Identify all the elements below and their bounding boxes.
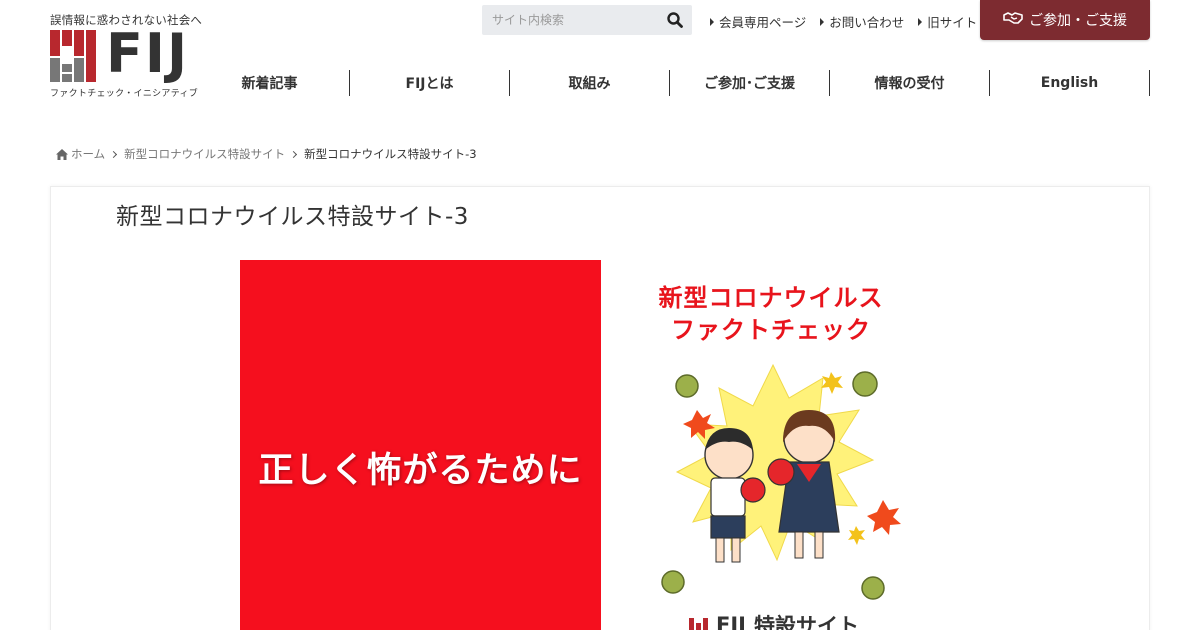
nav-item-activities[interactable]: 取組み [510,70,670,96]
search-input[interactable] [482,5,662,35]
breadcrumb-current: 新型コロナウイルス特設サイト-3 [304,147,477,161]
eyecatch-slogan: 正しく怖がるために [258,451,583,491]
caret-right-icon [710,17,714,26]
kids-boxing-illustration [661,363,901,600]
page-title: 新型コロナウイルス特設サイト-3 [116,204,469,230]
nav-item-info-desk[interactable]: 情報の受付 [830,70,990,96]
logo-mark-icon [50,30,98,82]
home-icon [56,148,68,160]
nav-item-about[interactable]: FIJとは [350,70,510,96]
site-search [482,5,692,35]
utility-links: 会員専用ページ お問い合わせ 旧サイト [710,12,977,31]
eyecatch-image: 正しく怖がるために 新型コロナウイルス ファクトチェック FIJ 特設サイト [240,260,965,630]
caret-right-icon [820,17,825,26]
eyecatch-illustration-panel: 新型コロナウイルス ファクトチェック FIJ 特設サイト [601,260,965,630]
nav-item-news[interactable]: 新着記事 [190,70,350,96]
eyecatch-logo-mark-icon [689,618,708,630]
page: 誤情報に惑わされない社会へ FIJ ファクトチェック・イニシアティブ 会員専用ペ… [0,0,1200,630]
logo-subtitle: ファクトチェック・イニシアティブ [50,89,199,99]
global-nav: 新着記事 FIJとは 取組み ご参加･ご支援 情報の受付 English [190,70,1150,96]
chevron-right-icon [110,150,118,158]
eyecatch-red-panel: 正しく怖がるために [240,260,601,630]
caret-right-icon [918,17,923,26]
breadcrumb: ホーム 新型コロナウイルス特設サイト 新型コロナウイルス特設サイト-3 [56,146,477,162]
contact-link[interactable]: お問い合わせ [820,12,904,31]
breadcrumb-parent[interactable]: 新型コロナウイルス特設サイト [124,146,285,162]
join-support-label: ご参加・ご支援 [1029,13,1127,29]
join-support-button[interactable]: ご参加・ご支援 [980,0,1150,40]
old-site-link[interactable]: 旧サイト [918,12,977,31]
handshake-icon [1003,11,1023,29]
eyecatch-special-site-label: FIJ 特設サイト [689,610,859,630]
logo-text: FIJ [106,22,190,85]
nav-item-join[interactable]: ご参加･ご支援 [670,70,830,96]
member-page-link[interactable]: 会員専用ページ [710,12,806,31]
search-icon[interactable] [666,11,684,29]
site-logo[interactable]: FIJ ファクトチェック・イニシアティブ [50,24,198,99]
nav-item-english[interactable]: English [990,70,1150,96]
breadcrumb-home[interactable]: ホーム [56,146,105,162]
eyecatch-bottom-text: 特設サイト [753,614,859,630]
chevron-right-icon [290,150,298,158]
eyecatch-logo-text: FIJ [716,613,746,630]
post-card: 新型コロナウイルス特設サイト-3 正しく怖がるために 新型コロナウイルス ファク… [50,186,1150,630]
